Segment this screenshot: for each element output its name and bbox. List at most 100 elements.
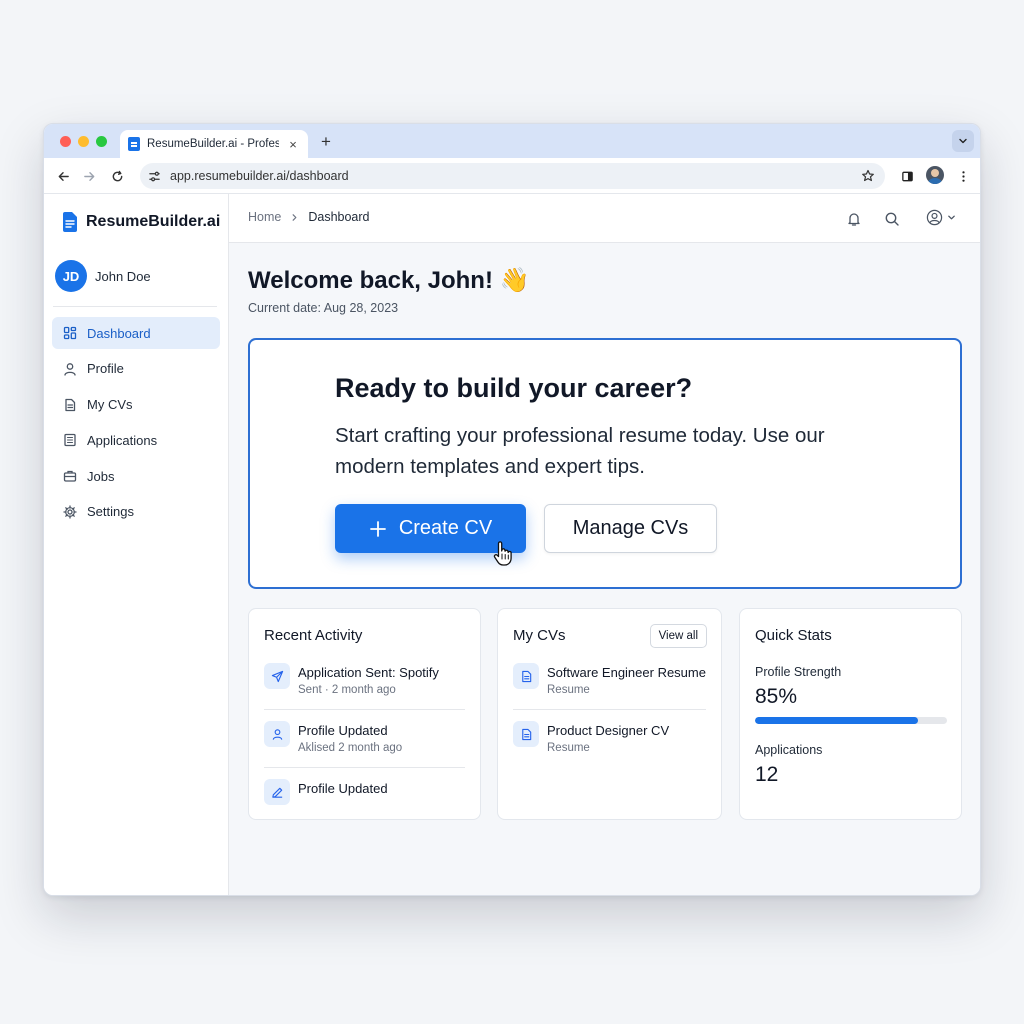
sidebar-nav: Dashboard Profile My CVs Applications Jo… — [52, 317, 220, 532]
tab-strip: ResumeBuilder.ai - Professio × + — [44, 124, 980, 158]
list-item[interactable]: Application Sent: Spotify Sent · 2 month… — [264, 663, 464, 696]
activity-title: Profile Updated — [298, 723, 388, 738]
document-icon — [513, 663, 539, 689]
back-button[interactable] — [54, 167, 72, 185]
cv-type: Resume — [547, 684, 590, 696]
app-header: Home Dashboard — [229, 194, 980, 243]
url-text[interactable]: app.resumebuilder.ai/dashboard — [170, 169, 349, 183]
activity-subtitle: Aklised 2 month ago — [298, 742, 403, 754]
breadcrumb-home[interactable]: Home — [248, 210, 281, 224]
reload-icon — [112, 170, 122, 181]
divider — [264, 709, 465, 710]
search-button[interactable] — [883, 210, 901, 228]
user-name: John Doe — [95, 268, 151, 284]
card-title: Recent Activity — [264, 627, 363, 644]
document-icon — [513, 721, 539, 747]
site-settings-icon[interactable] — [148, 170, 161, 183]
maximize-window-button[interactable] — [96, 136, 107, 147]
sidebar-item-label: Dashboard — [87, 325, 151, 341]
sidebar-item-label: Applications — [87, 432, 158, 448]
tab-title: ResumeBuilder.ai - Professio — [147, 138, 279, 150]
brand-name: ResumeBuilder.ai — [86, 213, 221, 230]
main-content: Home Dashboard Welcome back, John! 👋 Cur… — [229, 194, 980, 895]
notifications-button[interactable] — [845, 210, 863, 228]
browser-toolbar: app.resumebuilder.ai/dashboard — [44, 158, 980, 194]
user-circle-icon — [926, 209, 943, 226]
activity-title: Application Sent: Spotify — [298, 665, 439, 680]
divider — [513, 709, 706, 710]
card-title: Quick Stats — [755, 627, 832, 644]
manage-cvs-button[interactable]: Manage CVs — [544, 504, 717, 553]
arrow-left-icon — [58, 171, 69, 181]
sidebar-item-settings[interactable]: Settings — [52, 496, 220, 528]
address-bar[interactable]: app.resumebuilder.ai/dashboard — [140, 163, 885, 189]
sidebar-item-label: Jobs — [87, 468, 115, 484]
browser-menu-button[interactable] — [954, 167, 972, 185]
bookmark-star-icon[interactable] — [861, 169, 875, 188]
current-date: Current date: Aug 28, 2023 — [248, 301, 399, 315]
list-item[interactable]: Product Designer CV Resume — [513, 721, 713, 754]
divider — [264, 767, 465, 768]
profile-strength-value: 85% — [755, 685, 798, 708]
forward-button[interactable] — [80, 167, 98, 185]
account-menu[interactable] — [926, 209, 956, 226]
browser-window: ResumeBuilder.ai - Professio × + app.res… — [43, 123, 981, 896]
pencil-icon — [264, 779, 290, 805]
profile-strength-progress — [755, 717, 947, 724]
brand[interactable]: ResumeBuilder.ai — [62, 212, 220, 232]
sidebar: ResumeBuilder.ai JD John Doe Dashboard P… — [44, 194, 229, 895]
close-window-button[interactable] — [60, 136, 71, 147]
search-icon — [885, 212, 899, 226]
my-cvs-card: My CVs View all Software Engineer Resume… — [497, 608, 722, 820]
reload-button[interactable] — [108, 167, 126, 185]
breadcrumb: Home Dashboard — [248, 210, 370, 224]
close-icon[interactable]: × — [286, 137, 300, 152]
document-logo-icon — [62, 212, 78, 232]
applications-value: 12 — [755, 763, 779, 786]
sidebar-item-profile[interactable]: Profile — [52, 353, 220, 385]
grid-icon — [63, 326, 77, 340]
sidebar-item-label: My CVs — [87, 397, 133, 413]
chevron-right-icon — [290, 213, 299, 222]
side-panel-icon — [901, 171, 913, 181]
user-icon — [63, 362, 77, 376]
browser-profile-avatar[interactable] — [926, 166, 944, 184]
recent-activity-card: Recent Activity Application Sent: Spotif… — [248, 608, 481, 820]
sidebar-item-applications[interactable]: Applications — [52, 424, 220, 456]
user-profile[interactable]: JD John Doe — [55, 260, 151, 292]
side-panel-button[interactable] — [898, 167, 916, 185]
list-item[interactable]: Profile Updated — [264, 779, 464, 805]
create-cv-label: Create CV — [398, 517, 493, 539]
send-icon — [264, 663, 290, 689]
hero-text: Start crafting your professional resume … — [335, 424, 825, 478]
progress-fill — [755, 717, 919, 724]
profile-strength-label: Profile Strength — [755, 665, 842, 679]
sidebar-item-my-cvs[interactable]: My CVs — [52, 389, 220, 421]
view-all-button[interactable]: View all — [649, 624, 707, 648]
hand-cursor-icon — [493, 541, 512, 566]
document-icon — [63, 398, 77, 412]
browser-tab[interactable]: ResumeBuilder.ai - Professio × — [120, 130, 308, 158]
sidebar-item-jobs[interactable]: Jobs — [52, 460, 220, 492]
cv-type: Resume — [547, 742, 590, 754]
quick-stats-card: Quick Stats Profile Strength 85% Applica… — [739, 608, 962, 820]
list-item[interactable]: Software Engineer Resume Resume — [513, 663, 713, 696]
list-icon — [63, 433, 77, 447]
cv-title: Product Designer CV — [547, 723, 670, 738]
breadcrumb-current: Dashboard — [308, 210, 370, 224]
briefcase-icon — [63, 469, 77, 483]
tab-search-button[interactable] — [952, 130, 974, 152]
chevron-down-icon — [959, 138, 967, 144]
cv-title: Software Engineer Resume — [547, 665, 706, 680]
list-item[interactable]: Profile Updated Aklised 2 month ago — [264, 721, 464, 754]
new-tab-button[interactable]: + — [317, 132, 335, 152]
gear-icon — [63, 505, 77, 519]
sidebar-item-label: Settings — [87, 504, 134, 520]
chevron-down-icon — [948, 215, 955, 220]
card-title: My CVs — [513, 627, 566, 644]
divider — [53, 306, 217, 307]
sidebar-item-label: Profile — [87, 361, 124, 377]
minimize-window-button[interactable] — [78, 136, 89, 147]
activity-title: Profile Updated — [298, 781, 388, 796]
sidebar-item-dashboard[interactable]: Dashboard — [52, 317, 220, 349]
